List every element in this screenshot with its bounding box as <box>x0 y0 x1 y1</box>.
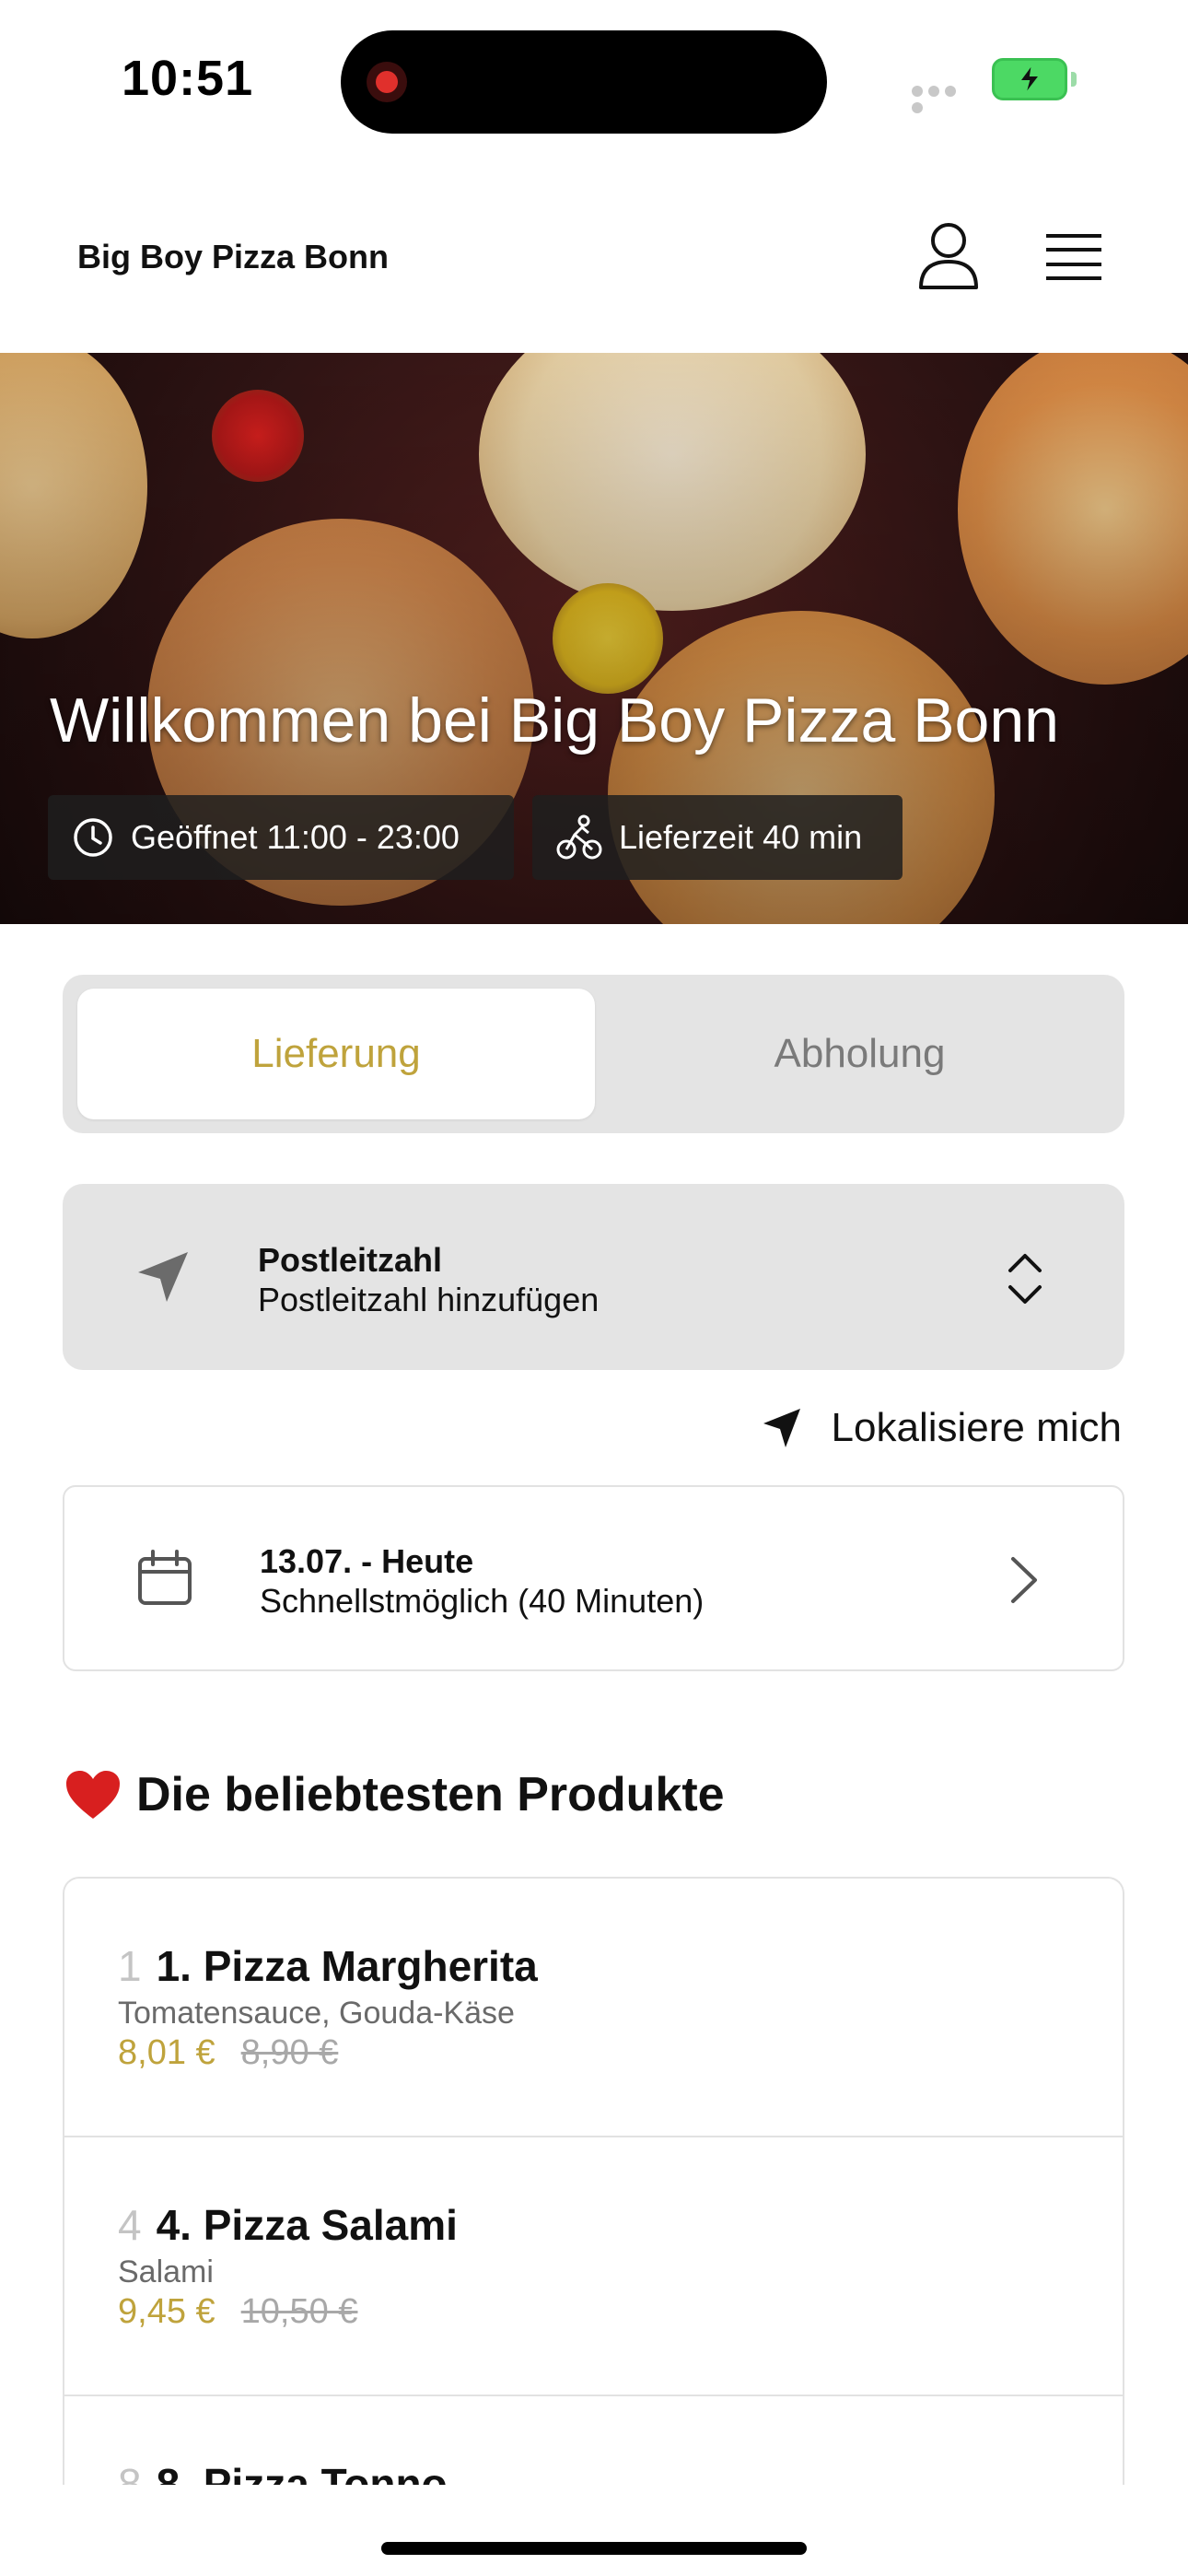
menu-icon[interactable] <box>1042 230 1105 284</box>
time-option: Schnellstmöglich (40 Minuten) <box>260 1582 705 1620</box>
opening-hours-badge: Geöffnet 11:00 - 23:00 <box>48 795 514 880</box>
product-name: 1. Pizza Margherita <box>156 1942 538 1990</box>
popular-products-list: 1 1. Pizza Margherita Tomatensauce, Gouda… <box>63 1877 1124 2485</box>
recording-indicator-icon <box>367 62 407 102</box>
product-item[interactable]: 8 8. Pizza Tonno <box>64 2396 1123 2485</box>
product-description: Tomatensauce, Gouda-Käse <box>118 1996 515 2031</box>
product-item[interactable]: 1 1. Pizza Margherita Tomatensauce, Gouda… <box>64 1879 1123 2137</box>
product-number: 8 <box>118 2460 142 2485</box>
hero-title: Willkommen bei Big Boy Pizza Bonn <box>50 685 1060 755</box>
order-mode-toggle: Lieferung Abholung <box>63 975 1124 1133</box>
home-indicator[interactable] <box>381 2542 807 2555</box>
locate-me-label: Lokalisiere mich <box>831 1405 1122 1450</box>
status-time: 10:51 <box>122 51 254 106</box>
tab-delivery[interactable]: Lieferung <box>77 989 595 1119</box>
date-label: 13.07. - Heute <box>260 1542 474 1580</box>
postcode-placeholder: Postleitzahl hinzufügen <box>258 1281 600 1318</box>
tab-pickup[interactable]: Abholung <box>610 989 1110 1119</box>
location-arrow-icon <box>138 1252 188 1302</box>
battery-charging-icon <box>992 58 1077 100</box>
delivery-time-text: Lieferzeit 40 min <box>619 818 863 856</box>
location-arrow-icon <box>763 1409 800 1447</box>
product-item[interactable]: 4 4. Pizza Salami Salami 9,45 € 10,50 € <box>64 2137 1123 2396</box>
bicycle-courier-icon <box>556 814 602 860</box>
product-name: 4. Pizza Salami <box>156 2201 458 2249</box>
chevron-up-down-icon <box>1008 1254 1042 1304</box>
chevron-right-icon <box>1011 1557 1037 1603</box>
delivery-date-selector[interactable]: 13.07. - Heute Schnellstmöglich (40 Minu… <box>63 1485 1124 1671</box>
postcode-selector[interactable]: Postleitzahl Postleitzahl hinzufügen <box>63 1184 1124 1370</box>
product-old-price: 10,50 € <box>240 2292 358 2331</box>
hero-banner: Willkommen bei Big Boy Pizza Bonn Geöffn… <box>0 353 1188 924</box>
product-price: 8,01 € <box>118 2033 215 2072</box>
popular-products-heading: Die beliebtesten Produkte <box>64 1767 725 1822</box>
product-description: Salami <box>118 2254 214 2289</box>
product-number: 4 <box>118 2201 142 2249</box>
signal-icon <box>912 85 974 113</box>
user-icon[interactable] <box>916 221 981 291</box>
brand-name[interactable]: Big Boy Pizza Bonn <box>77 238 389 276</box>
status-bar: 10:51 <box>0 0 1188 157</box>
product-old-price: 8,90 € <box>240 2033 339 2072</box>
popular-products-title: Die beliebtesten Produkte <box>136 1768 725 1821</box>
product-name: 8. Pizza Tonno <box>156 2460 448 2485</box>
clock-icon <box>74 818 112 857</box>
heart-icon <box>66 1771 120 1819</box>
locate-me-button[interactable]: Lokalisiere mich <box>762 1400 1122 1456</box>
opening-hours-text: Geöffnet 11:00 - 23:00 <box>131 818 460 856</box>
delivery-time-badge: Lieferzeit 40 min <box>532 795 903 880</box>
calendar-icon <box>138 1550 192 1605</box>
product-number: 1 <box>118 1942 142 1990</box>
dynamic-island <box>341 30 827 134</box>
product-price: 9,45 € <box>118 2292 215 2331</box>
postcode-label: Postleitzahl <box>258 1241 443 1279</box>
